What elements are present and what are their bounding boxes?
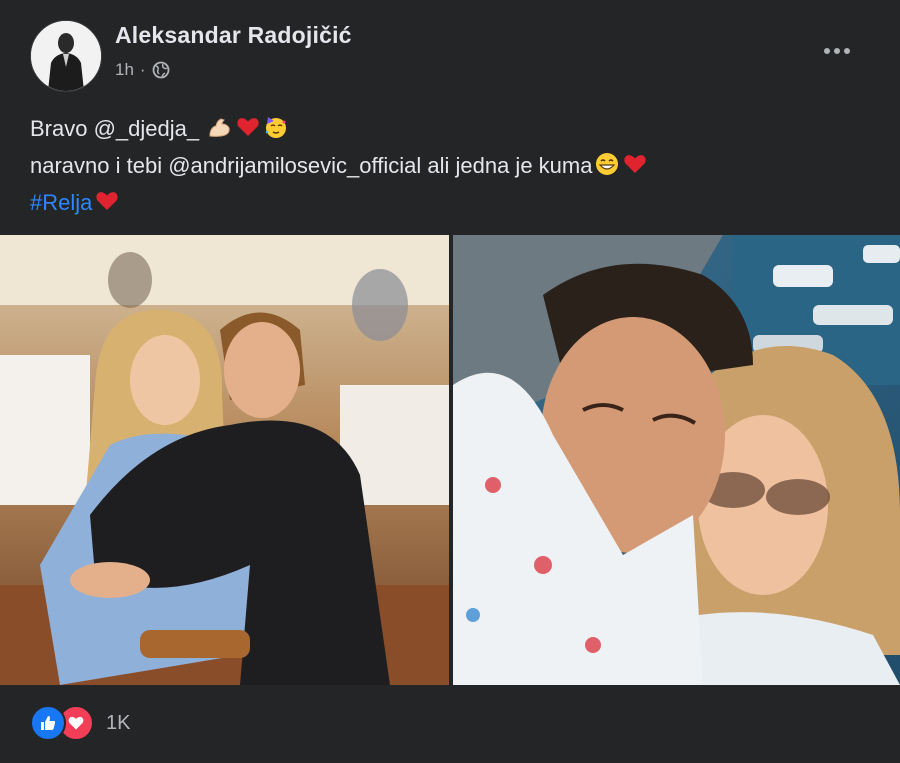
globe-icon[interactable] — [152, 61, 170, 79]
photo-couple-selfie[interactable] — [453, 235, 900, 685]
post-header: Aleksandar Radojičić 1h · — [0, 0, 900, 100]
reaction-count: 1K — [106, 711, 131, 734]
red-heart-icon — [96, 192, 119, 210]
text-suffix-2: ali jedna je kuma — [421, 153, 593, 178]
facebook-post: Aleksandar Radojičić 1h · Bravo @_djedja… — [0, 0, 900, 763]
red-heart-icon — [237, 118, 259, 136]
photo-divider — [449, 235, 453, 685]
text-prefix-2: naravno i tebi — [30, 153, 169, 178]
red-heart-icon — [624, 155, 647, 173]
photo-couple-selfie-image — [453, 235, 900, 685]
avatar-image — [31, 21, 101, 91]
post-time[interactable]: 1h — [115, 60, 134, 80]
reactions-summary[interactable]: 1K — [30, 705, 130, 741]
partying-face-icon — [265, 117, 287, 138]
photo-couple-restaurant-image — [0, 235, 449, 685]
mention-andrijamilosevic[interactable]: @andrijamilosevic_official — [168, 153, 421, 178]
post-text-line-3: #Relja — [30, 184, 870, 221]
meta-separator: · — [139, 60, 146, 79]
photo-couple-restaurant[interactable] — [0, 235, 449, 685]
mention-djedja[interactable]: @_djedja_ — [94, 116, 200, 141]
more-horizontal-icon — [824, 48, 830, 54]
like-icon — [30, 705, 66, 741]
post-text-line-2: naravno i tebi @andrijamilosevic_officia… — [30, 147, 870, 184]
post-text: Bravo @_djedja_ naravno i tebi @andrijam… — [30, 110, 870, 221]
more-options-button[interactable] — [812, 38, 862, 64]
text-prefix: Bravo — [30, 116, 94, 141]
post-text-line-1: Bravo @_djedja_ — [30, 110, 870, 147]
author-avatar[interactable] — [30, 20, 102, 92]
post-meta: 1h · — [115, 60, 170, 80]
flexed-biceps-icon — [209, 118, 230, 137]
hashtag-relja[interactable]: #Relja — [30, 190, 92, 215]
author-name[interactable]: Aleksandar Radojičić — [115, 22, 352, 49]
grinning-face-icon — [596, 153, 619, 175]
